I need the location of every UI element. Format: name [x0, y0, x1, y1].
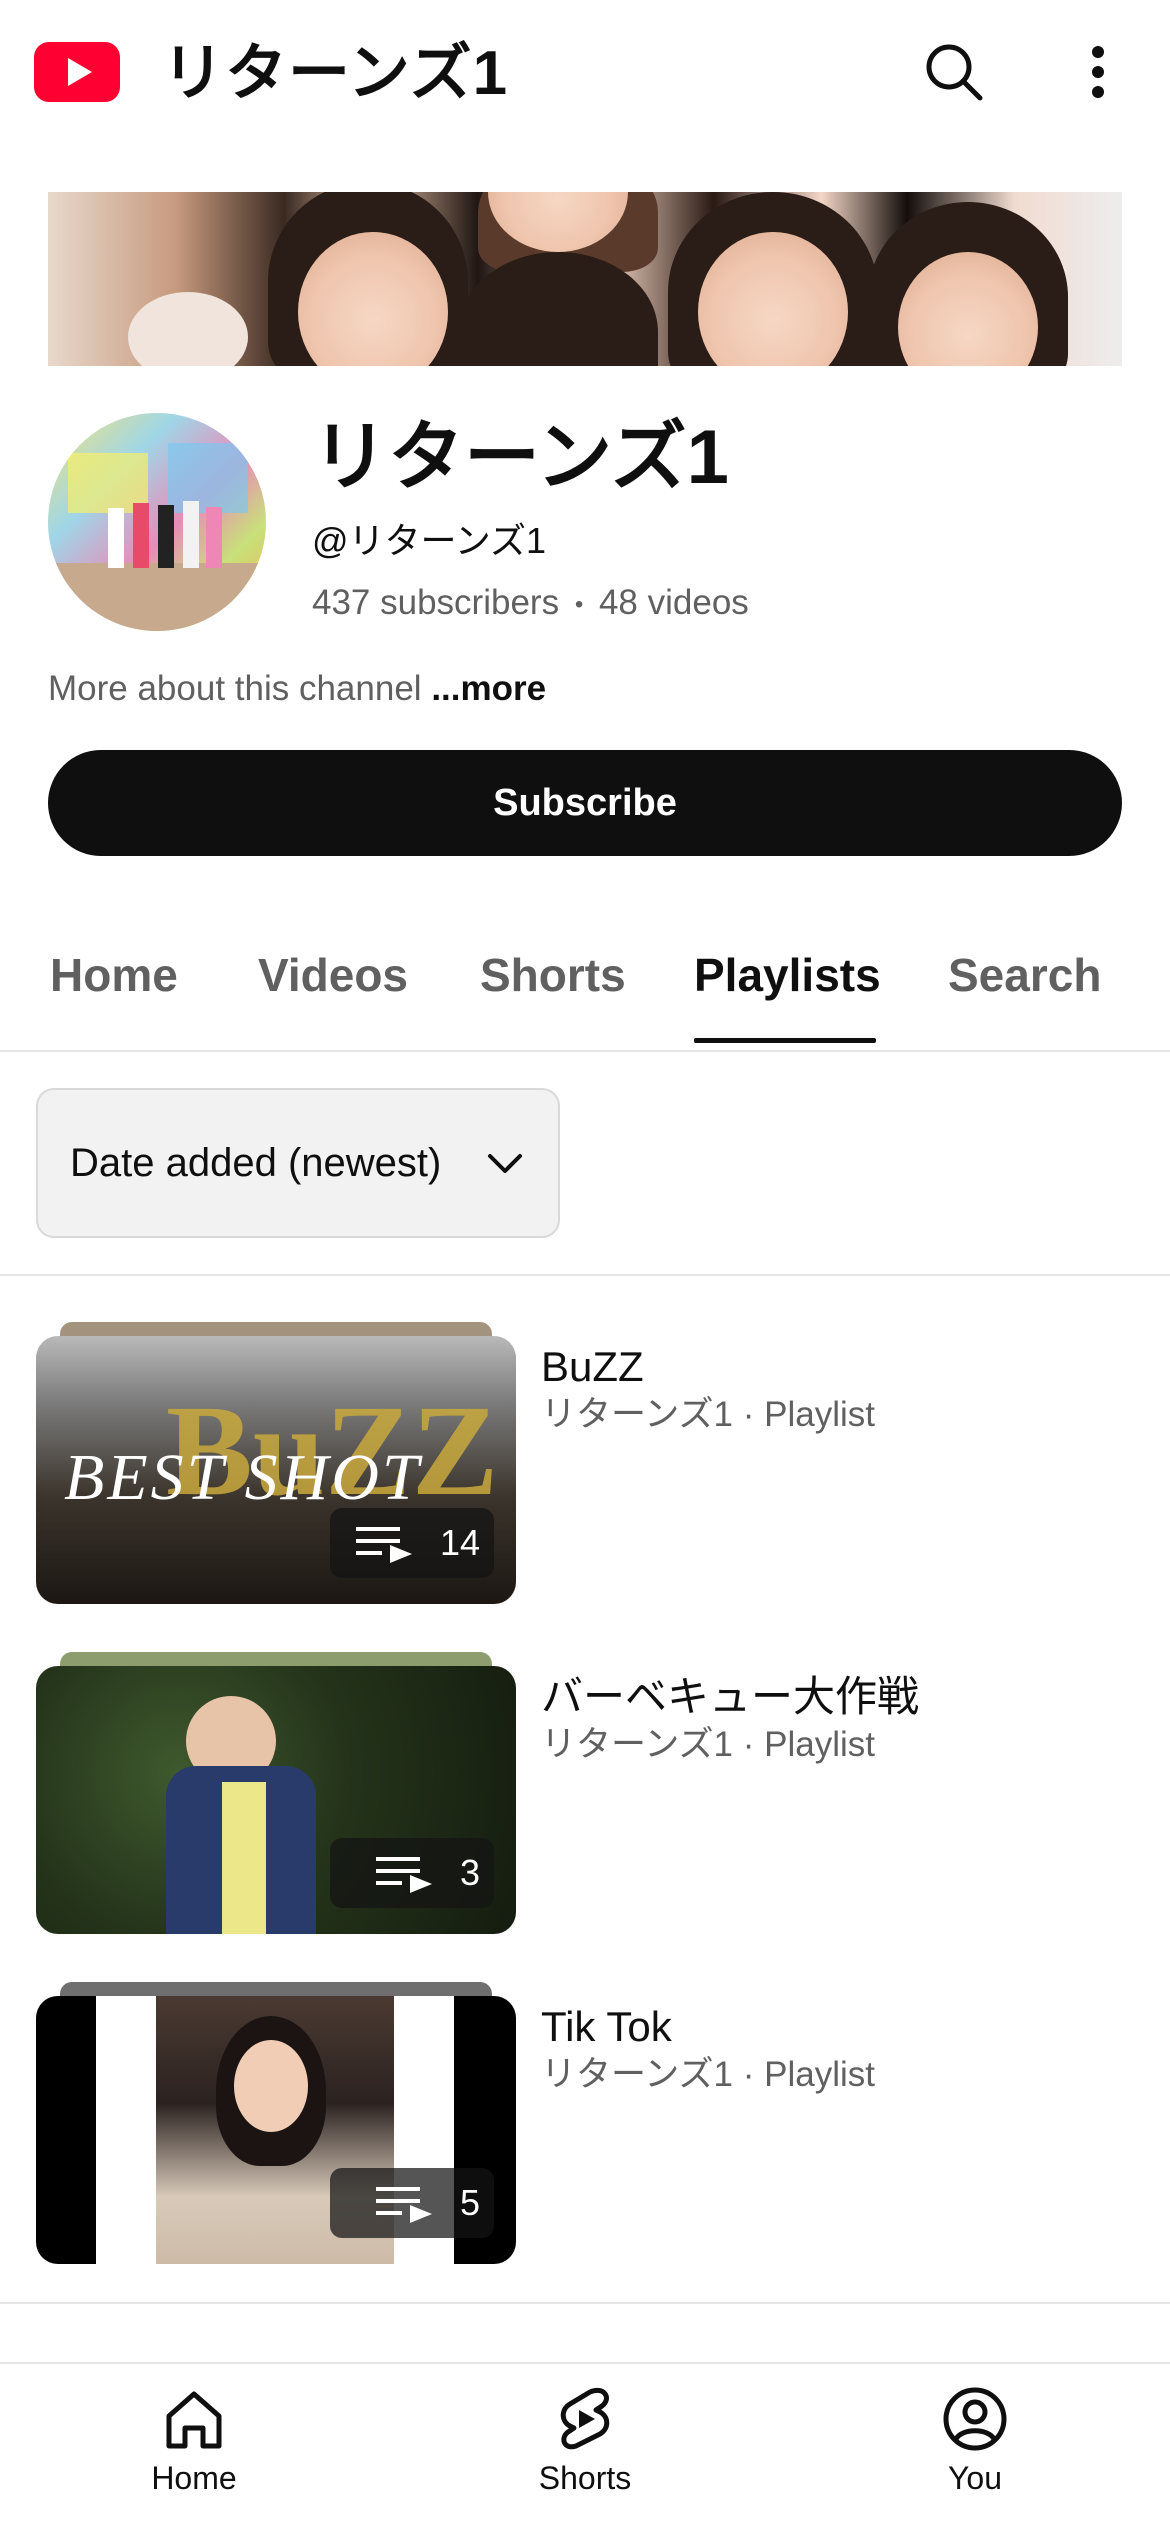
search-icon	[926, 44, 983, 101]
nav-shorts[interactable]: Shorts	[485, 2384, 685, 2497]
nav-you[interactable]: You	[875, 2384, 1075, 2497]
tab-search[interactable]: Search	[948, 945, 1101, 1005]
playlist-icon	[375, 1857, 432, 1893]
about-text: More about this channel	[48, 669, 422, 708]
playlist-thumbnail[interactable]: 3	[36, 1666, 516, 1934]
shorts-icon	[560, 2388, 610, 2450]
playlist-stack-edge	[60, 1322, 492, 1336]
channel-stats: 437 subscribers • 48 videos	[312, 580, 749, 628]
thumbnail-frame-left	[96, 1996, 156, 2264]
playlist-title[interactable]: Tik Tok	[541, 2002, 672, 2052]
more-vert-icon	[1092, 46, 1104, 98]
playlist-icon	[355, 1527, 412, 1563]
playlist-count-badge: 3	[330, 1838, 494, 1908]
channel-avatar[interactable]	[48, 413, 266, 631]
playlist-thumbnail[interactable]: BuZZ BEST SHOT 14	[36, 1336, 516, 1604]
channel-handle: @リターンズ1	[312, 520, 547, 561]
home-icon	[166, 2391, 222, 2449]
about-more-link[interactable]: ...more	[431, 669, 546, 708]
bottom-nav: Home Shorts You	[0, 2362, 1170, 2534]
youtube-logo-icon[interactable]	[34, 42, 120, 102]
playlist-item[interactable]: BuZZ BEST SHOT 14 BuZZ リターンズ1 · Playlist	[36, 1322, 1136, 1612]
playlist-meta: リターンズ1 · Playlist	[541, 1395, 875, 1434]
nav-home-label: Home	[151, 2460, 237, 2496]
tabs-divider	[0, 1050, 1170, 1052]
thumbnail-overlay-text: BEST SHOT	[64, 1441, 422, 1514]
playlist-video-count: 14	[439, 1522, 480, 1563]
playlist-meta: リターンズ1 · Playlist	[541, 2055, 875, 2094]
playlist-stack-edge	[60, 1652, 492, 1666]
subscribe-button[interactable]: Subscribe	[48, 750, 1122, 856]
channel-banner	[48, 192, 1122, 366]
playlist-thumbnail[interactable]: 5	[36, 1996, 516, 2264]
playlist-count-badge: 14	[330, 1508, 494, 1578]
thumbnail-figure-shirt	[222, 1782, 266, 1934]
playlist-count-badge: 5	[330, 2168, 494, 2238]
search-button[interactable]	[914, 32, 994, 112]
subscriber-count: 437 subscribers	[312, 583, 560, 622]
tab-videos[interactable]: Videos	[258, 945, 408, 1005]
playlist-icon	[375, 2187, 432, 2223]
playlist-stack-edge	[60, 1982, 492, 1996]
playlist-video-count: 3	[459, 1852, 480, 1893]
tab-shorts[interactable]: Shorts	[480, 945, 626, 1005]
active-tab-indicator	[694, 1038, 876, 1043]
avatar-image	[48, 443, 266, 631]
tab-playlists[interactable]: Playlists	[694, 945, 881, 1005]
chevron-down-icon	[488, 1154, 522, 1173]
tab-home[interactable]: Home	[50, 945, 178, 1005]
video-count: 48 videos	[598, 583, 749, 622]
app-title: リターンズ1	[162, 39, 509, 108]
sort-divider	[0, 1274, 1170, 1276]
channel-about[interactable]: More about this channel ...more	[48, 666, 546, 712]
playlist-item[interactable]: 3 バーベキュー大作戦 リターンズ1 · Playlist	[36, 1652, 1136, 1942]
playlist-title[interactable]: バーベキュー大作戦	[541, 1672, 919, 1722]
sort-dropdown[interactable]: Date added (newest)	[36, 1088, 560, 1238]
playlist-meta: リターンズ1 · Playlist	[541, 1725, 875, 1764]
sort-label: Date added (newest)	[70, 1140, 442, 1185]
channel-name: リターンズ1	[312, 415, 729, 500]
nav-home[interactable]: Home	[94, 2384, 294, 2497]
account-circle-icon	[943, 2387, 1007, 2451]
stats-separator: •	[574, 590, 584, 618]
list-divider	[0, 2302, 1170, 2304]
playlist-title[interactable]: BuZZ	[541, 1342, 644, 1392]
playlist-video-count: 5	[459, 2182, 480, 2223]
playlist-item[interactable]: 5 Tik Tok リターンズ1 · Playlist	[36, 1982, 1136, 2272]
more-options-button[interactable]	[1058, 32, 1138, 112]
nav-you-label: You	[948, 2460, 1002, 2496]
nav-shorts-label: Shorts	[538, 2460, 632, 2496]
